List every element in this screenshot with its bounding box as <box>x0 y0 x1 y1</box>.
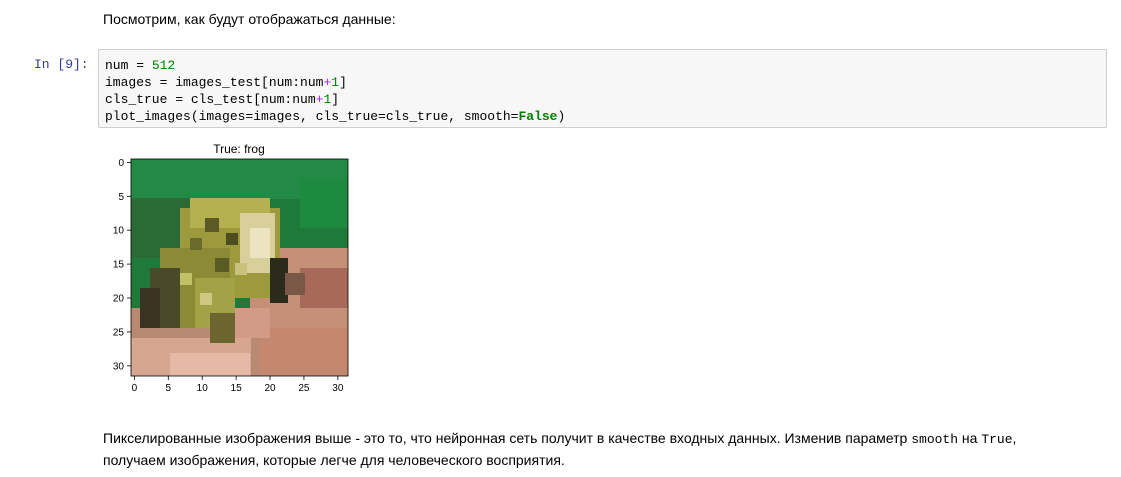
code-text: ] <box>331 92 340 107</box>
outro-text-line2: получаем изображения, которые легче для … <box>103 452 565 468</box>
y-tick-label: 25 <box>113 327 125 338</box>
code-editor[interactable]: num = 512 images = images_test[num:num+1… <box>105 57 565 125</box>
code-text: ] <box>339 75 347 90</box>
y-tick-label: 30 <box>113 361 125 372</box>
code-number: 512 <box>151 58 176 73</box>
y-tick-label: 10 <box>113 226 125 237</box>
cell-prompt: In [9]: <box>34 57 89 72</box>
x-tick-label: 0 <box>132 383 138 394</box>
code-text: plot_images(images=images, cls_true=cls_… <box>105 109 519 124</box>
code-keyword: False <box>518 109 558 124</box>
x-tick-label: 30 <box>332 383 344 394</box>
plot-svg: True: frog 0 5 10 15 20 25 30 0510152025… <box>113 142 349 394</box>
x-tick-label: 20 <box>264 383 276 394</box>
y-tick-label: 15 <box>113 260 125 271</box>
markdown-intro: Посмотрим, как будут отображаться данные… <box>103 11 396 27</box>
code-text: images = images_test[num:num <box>105 75 324 90</box>
frog-image <box>131 159 348 376</box>
y-tick-label: 0 <box>118 158 124 169</box>
inline-code-true: True <box>981 432 1013 447</box>
y-tick-label: 5 <box>118 192 124 203</box>
y-axis-ticks: 0 5 10 15 20 25 30 <box>113 158 131 372</box>
code-number: 1 <box>331 75 340 90</box>
y-tick-label: 20 <box>113 294 125 305</box>
code-cell-input[interactable]: num = 512 images = images_test[num:num+1… <box>98 49 1107 128</box>
code-text: num = <box>105 58 152 73</box>
x-tick-label: 25 <box>298 383 310 394</box>
outro-text: Пикселированные изображения выше - это т… <box>103 430 912 446</box>
output-plot: True: frog 0 5 10 15 20 25 30 0 5 10 15 … <box>100 138 360 403</box>
plot-title: True: frog <box>213 142 265 156</box>
code-text: ) <box>557 109 566 124</box>
x-tick-label: 15 <box>231 383 243 394</box>
x-tick-label: 10 <box>197 383 209 394</box>
x-axis-ticks: 0 5 10 15 20 25 30 <box>132 376 344 394</box>
outro-text: на <box>958 430 982 446</box>
inline-code-smooth: smooth <box>911 432 959 447</box>
code-text: cls_true = cls_test[num:num <box>105 92 316 107</box>
x-tick-label: 5 <box>166 383 172 394</box>
outro-text: , <box>1012 430 1017 446</box>
markdown-outro: Пикселированные изображения выше - это т… <box>103 428 1063 470</box>
